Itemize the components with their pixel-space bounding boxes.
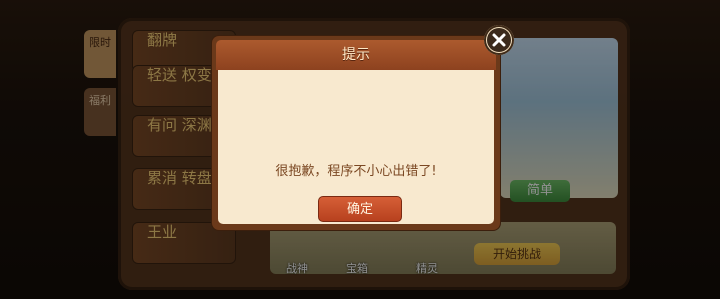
close-button[interactable] xyxy=(484,25,514,55)
close-icon xyxy=(487,28,511,52)
ok-button-label: 确定 xyxy=(346,202,373,217)
dialog-message: 很抱歉，程序不小心出错了! xyxy=(275,164,437,179)
dialog-title: 提示 xyxy=(342,47,370,63)
ok-button[interactable]: 确定 xyxy=(318,196,402,222)
dialog-title-bar: 提示 xyxy=(216,40,496,70)
